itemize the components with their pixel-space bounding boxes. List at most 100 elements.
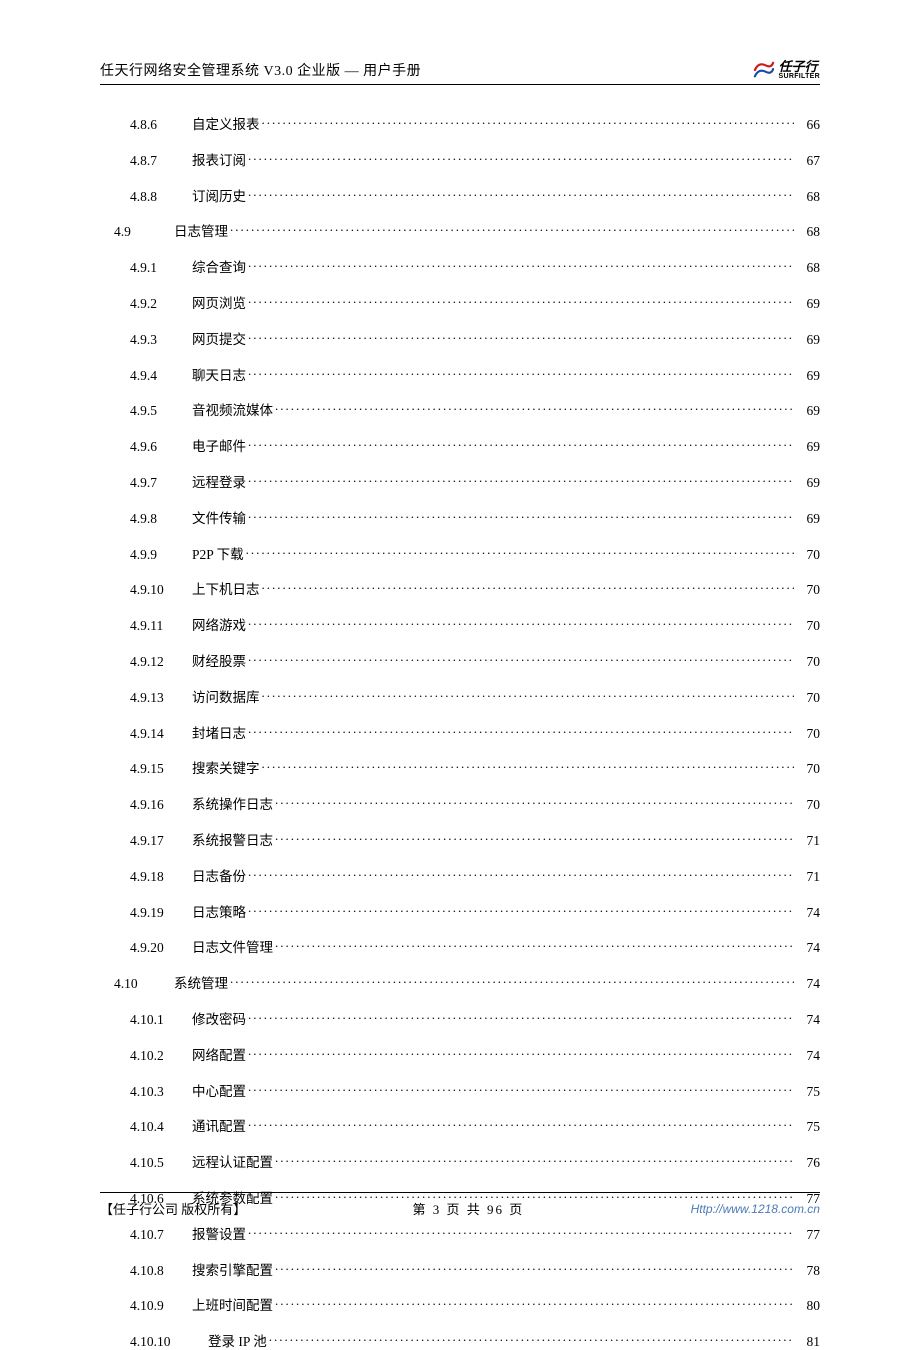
toc-entry[interactable]: 4.10系统管理74	[100, 972, 820, 992]
toc-entry[interactable]: 4.9.12财经股票70	[100, 650, 820, 670]
toc-number: 4.9	[114, 224, 174, 240]
page-header: 任天行网络安全管理系统 V3.0 企业版 — 用户手册 任子行 SURFILTE…	[100, 60, 820, 85]
toc-entry[interactable]: 4.9日志管理68	[100, 220, 820, 240]
toc-entry[interactable]: 4.9.3网页提交69	[100, 328, 820, 348]
toc-title: 修改密码	[192, 1008, 248, 1028]
toc-entry[interactable]: 4.10.1修改密码 74	[100, 1008, 820, 1028]
toc-title: 日志备份	[192, 865, 248, 885]
toc-number: 4.9.16	[130, 797, 192, 813]
toc-page: 70	[794, 654, 820, 670]
toc-leader	[248, 438, 794, 452]
toc-entry[interactable]: 4.10.4通讯配置75	[100, 1115, 820, 1135]
toc-page: 70	[794, 690, 820, 706]
toc-leader	[248, 1225, 794, 1239]
toc-page: 71	[794, 833, 820, 849]
logo-text: 任子行 SURFILTER	[779, 60, 820, 80]
toc-entry[interactable]: 4.8.6自定义报表66	[100, 113, 820, 133]
toc-title: 搜索引擎配置	[192, 1259, 275, 1279]
toc-leader	[248, 330, 794, 344]
toc-entry[interactable]: 4.9.15搜索关键字70	[100, 757, 820, 777]
toc-title: 日志管理	[174, 220, 230, 240]
toc-title: 网页浏览	[192, 292, 248, 312]
toc-entry[interactable]: 4.9.7远程登录69	[100, 471, 820, 491]
toc-entry[interactable]: 4.9.17系统报警日志71	[100, 829, 820, 849]
toc-number: 4.10.2	[130, 1048, 192, 1064]
toc-entry[interactable]: 4.9.14封堵日志70	[100, 722, 820, 742]
toc-page: 80	[794, 1298, 820, 1314]
toc-entry[interactable]: 4.9.8文件传输69	[100, 507, 820, 527]
toc-number: 4.9.4	[130, 368, 192, 384]
toc-leader	[248, 187, 794, 201]
logo-en: SURFILTER	[779, 73, 820, 80]
page-footer: 【任子行公司 版权所有】 第 3 页 共 96 页 Http://www.121…	[100, 1192, 820, 1218]
toc-number: 4.10.8	[130, 1263, 192, 1279]
toc-number: 4.9.8	[130, 511, 192, 527]
toc-page: 74	[794, 1012, 820, 1028]
toc-page: 74	[794, 940, 820, 956]
toc-title: 网页提交	[192, 328, 248, 348]
toc-title: 登录 IP 池	[208, 1330, 269, 1350]
toc-page: 74	[794, 905, 820, 921]
toc-entry[interactable]: 4.9.6电子邮件69	[100, 435, 820, 455]
toc-entry[interactable]: 4.9.20日志文件管理74	[100, 936, 820, 956]
toc-leader	[248, 867, 794, 881]
toc-number: 4.9.20	[130, 940, 192, 956]
toc-title: 报表订阅	[192, 149, 248, 169]
toc-leader	[269, 1333, 794, 1347]
toc-entry[interactable]: 4.9.10上下机日志70	[100, 578, 820, 598]
toc-title: 订阅历史	[192, 185, 248, 205]
brand-logo: 任子行 SURFILTER	[753, 60, 820, 80]
toc-page: 70	[794, 761, 820, 777]
toc-page: 70	[794, 547, 820, 563]
toc-entry[interactable]: 4.9.5音视频流媒体69	[100, 399, 820, 419]
toc-leader	[248, 1046, 794, 1060]
toc-entry[interactable]: 4.10.8搜索引擎配置78	[100, 1259, 820, 1279]
toc-entry[interactable]: 4.8.7报表订阅 67	[100, 149, 820, 169]
toc-entry[interactable]: 4.10.7报警设置77	[100, 1223, 820, 1243]
toc-title: 综合查询	[192, 256, 248, 276]
toc-entry[interactable]: 4.9.11网络游戏70	[100, 614, 820, 634]
toc-entry[interactable]: 4.9.1综合查询68	[100, 256, 820, 276]
toc-number: 4.9.9	[130, 547, 192, 563]
toc-page: 69	[794, 368, 820, 384]
toc-number: 4.8.7	[130, 153, 192, 169]
toc-entry[interactable]: 4.9.4聊天日志 69	[100, 364, 820, 384]
toc-entry[interactable]: 4.9.2网页浏览 69	[100, 292, 820, 312]
toc-number: 4.10.1	[130, 1012, 192, 1028]
toc-number: 4.9.12	[130, 654, 192, 670]
toc-page: 69	[794, 511, 820, 527]
toc-leader	[275, 1261, 794, 1275]
toc-number: 4.9.14	[130, 726, 192, 742]
toc-page: 75	[794, 1084, 820, 1100]
toc-entry[interactable]: 4.9.13访问数据库70	[100, 686, 820, 706]
toc-entry[interactable]: 4.10.10登录 IP 池81	[100, 1330, 820, 1350]
toc-entry[interactable]: 4.10.3中心配置75	[100, 1080, 820, 1100]
toc-entry[interactable]: 4.10.2网络配置74	[100, 1044, 820, 1064]
toc-entry[interactable]: 4.9.18日志备份71	[100, 865, 820, 885]
toc-leader	[248, 1118, 794, 1132]
toc-page: 70	[794, 797, 820, 813]
toc-leader	[230, 975, 794, 989]
toc-page: 76	[794, 1155, 820, 1171]
toc-page: 69	[794, 296, 820, 312]
toc-number: 4.10.4	[130, 1119, 192, 1135]
toc-entry[interactable]: 4.8.8订阅历史68	[100, 185, 820, 205]
toc-number: 4.9.10	[130, 582, 192, 598]
toc-page: 67	[794, 153, 820, 169]
toc-number: 4.10	[114, 976, 174, 992]
toc-entry[interactable]: 4.9.19日志策略74	[100, 901, 820, 921]
toc-page: 70	[794, 582, 820, 598]
toc-page: 70	[794, 726, 820, 742]
toc-number: 4.10.10	[130, 1334, 208, 1350]
toc-number: 4.10.7	[130, 1227, 192, 1243]
toc-entry[interactable]: 4.10.9上班时间配置80	[100, 1294, 820, 1314]
toc-title: 聊天日志	[192, 364, 248, 384]
toc-entry[interactable]: 4.9.9P2P 下载 70	[100, 543, 820, 563]
toc-title: P2P 下载	[192, 543, 246, 563]
toc-number: 4.9.6	[130, 439, 192, 455]
toc-number: 4.9.2	[130, 296, 192, 312]
toc-leader	[275, 1297, 794, 1311]
logo-icon	[753, 60, 775, 80]
toc-entry[interactable]: 4.10.5远程认证配置76	[100, 1151, 820, 1171]
toc-entry[interactable]: 4.9.16系统操作日志70	[100, 793, 820, 813]
